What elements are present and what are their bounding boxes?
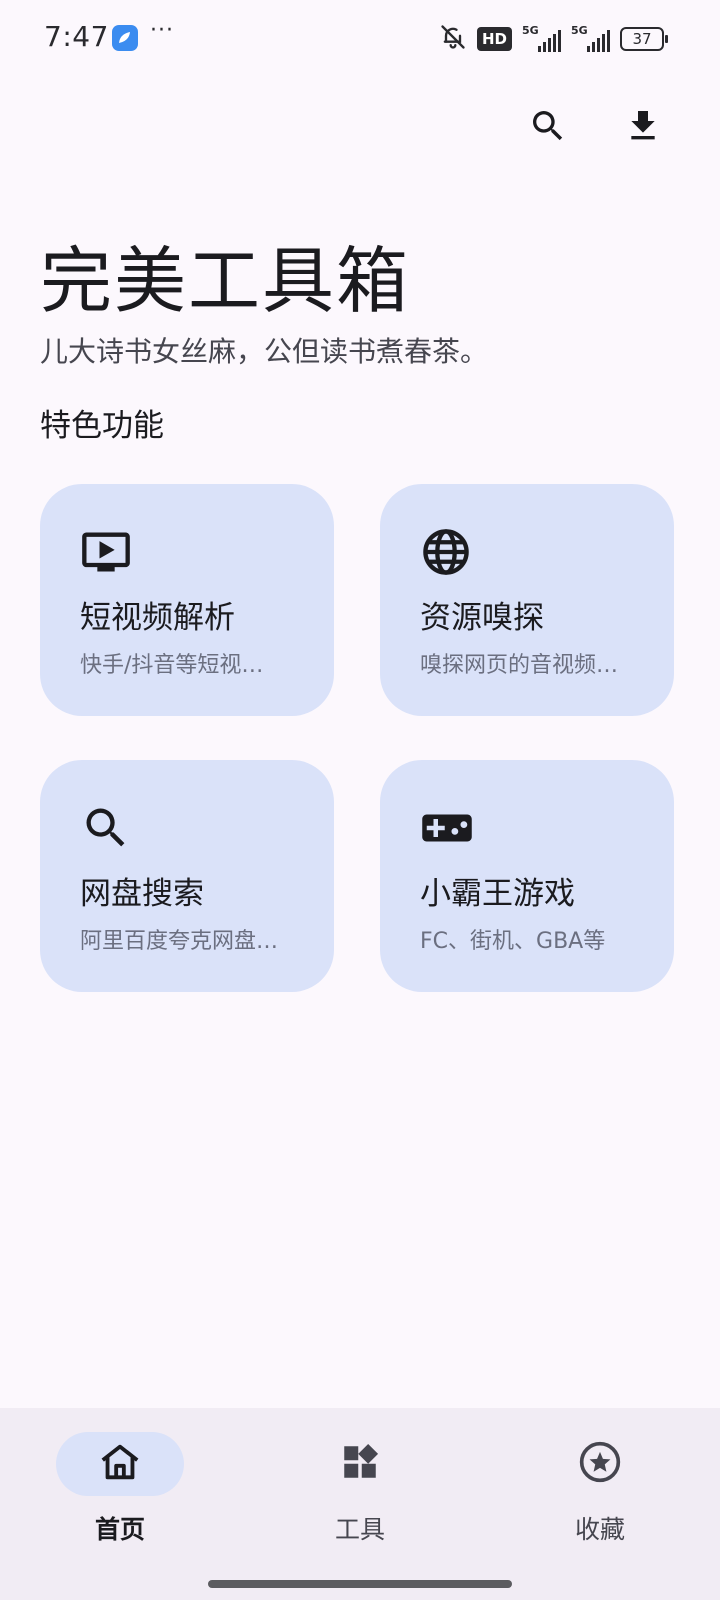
status-time: 7:47: [44, 20, 109, 53]
nav-active-indicator: [56, 1432, 184, 1496]
signal-2-label: 5G: [571, 24, 588, 37]
widgets-icon: [339, 1441, 381, 1487]
bottom-navigation: 首页 工具 收藏: [0, 1408, 720, 1600]
card-title: 资源嗅探: [420, 600, 544, 636]
bell-off-icon: [439, 23, 467, 55]
download-icon: [623, 106, 663, 150]
hd-icon: HD: [476, 27, 512, 51]
card-title: 短视频解析: [80, 600, 235, 636]
nav-label: 收藏: [574, 1515, 625, 1544]
gamepad-icon: [420, 800, 476, 856]
nav-label: 工具: [334, 1515, 385, 1544]
overflow-dots: ···: [150, 18, 174, 43]
search-icon: [80, 800, 136, 856]
nav-item-favorites[interactable]: 收藏: [520, 1432, 680, 1546]
card-title: 网盘搜索: [80, 876, 204, 912]
card-title: 小霸王游戏: [420, 876, 575, 912]
card-description: 阿里百度夸克网盘…: [80, 929, 279, 954]
feature-card-video-parse[interactable]: 短视频解析 快手/抖音等短视…: [40, 484, 334, 716]
feature-card-resource-sniff[interactable]: 资源嗅探 嗅探网页的音视频…: [380, 484, 674, 716]
feature-card-cloud-search[interactable]: 网盘搜索 阿里百度夸克网盘…: [40, 760, 334, 992]
status-bar: 7:47 ··· HD 5G 5G 37: [0, 0, 720, 78]
status-right-cluster: HD 5G 5G 37: [439, 23, 668, 55]
nav-item-home[interactable]: 首页: [40, 1432, 200, 1546]
nav-item-tools[interactable]: 工具: [280, 1432, 440, 1546]
page-subtitle: 儿大诗书女丝麻，公但读书煮春茶。: [40, 335, 489, 368]
card-description: 嗅探网页的音视频…: [420, 653, 619, 678]
feature-card-retro-games[interactable]: 小霸王游戏 FC、街机、GBA等: [380, 760, 674, 992]
home-icon: [97, 1439, 143, 1489]
signal-icon: 5G: [522, 24, 561, 52]
search-button[interactable]: [520, 100, 576, 156]
section-title: 特色功能: [40, 408, 164, 444]
nav-label: 首页: [94, 1515, 145, 1544]
signal-1-label: 5G: [522, 24, 539, 37]
app-icon: [112, 25, 138, 51]
globe-icon: [420, 524, 476, 580]
page-title: 完美工具箱: [40, 239, 411, 323]
gesture-handle[interactable]: [208, 1580, 512, 1588]
card-description: FC、街机、GBA等: [420, 929, 606, 954]
search-icon: [528, 106, 568, 150]
signal-icon: 5G: [571, 24, 610, 52]
download-button[interactable]: [615, 100, 671, 156]
battery-icon: 37: [620, 27, 668, 51]
star-circle-icon: [578, 1440, 622, 1488]
tv-play-icon: [80, 524, 136, 580]
card-description: 快手/抖音等短视…: [80, 653, 264, 678]
